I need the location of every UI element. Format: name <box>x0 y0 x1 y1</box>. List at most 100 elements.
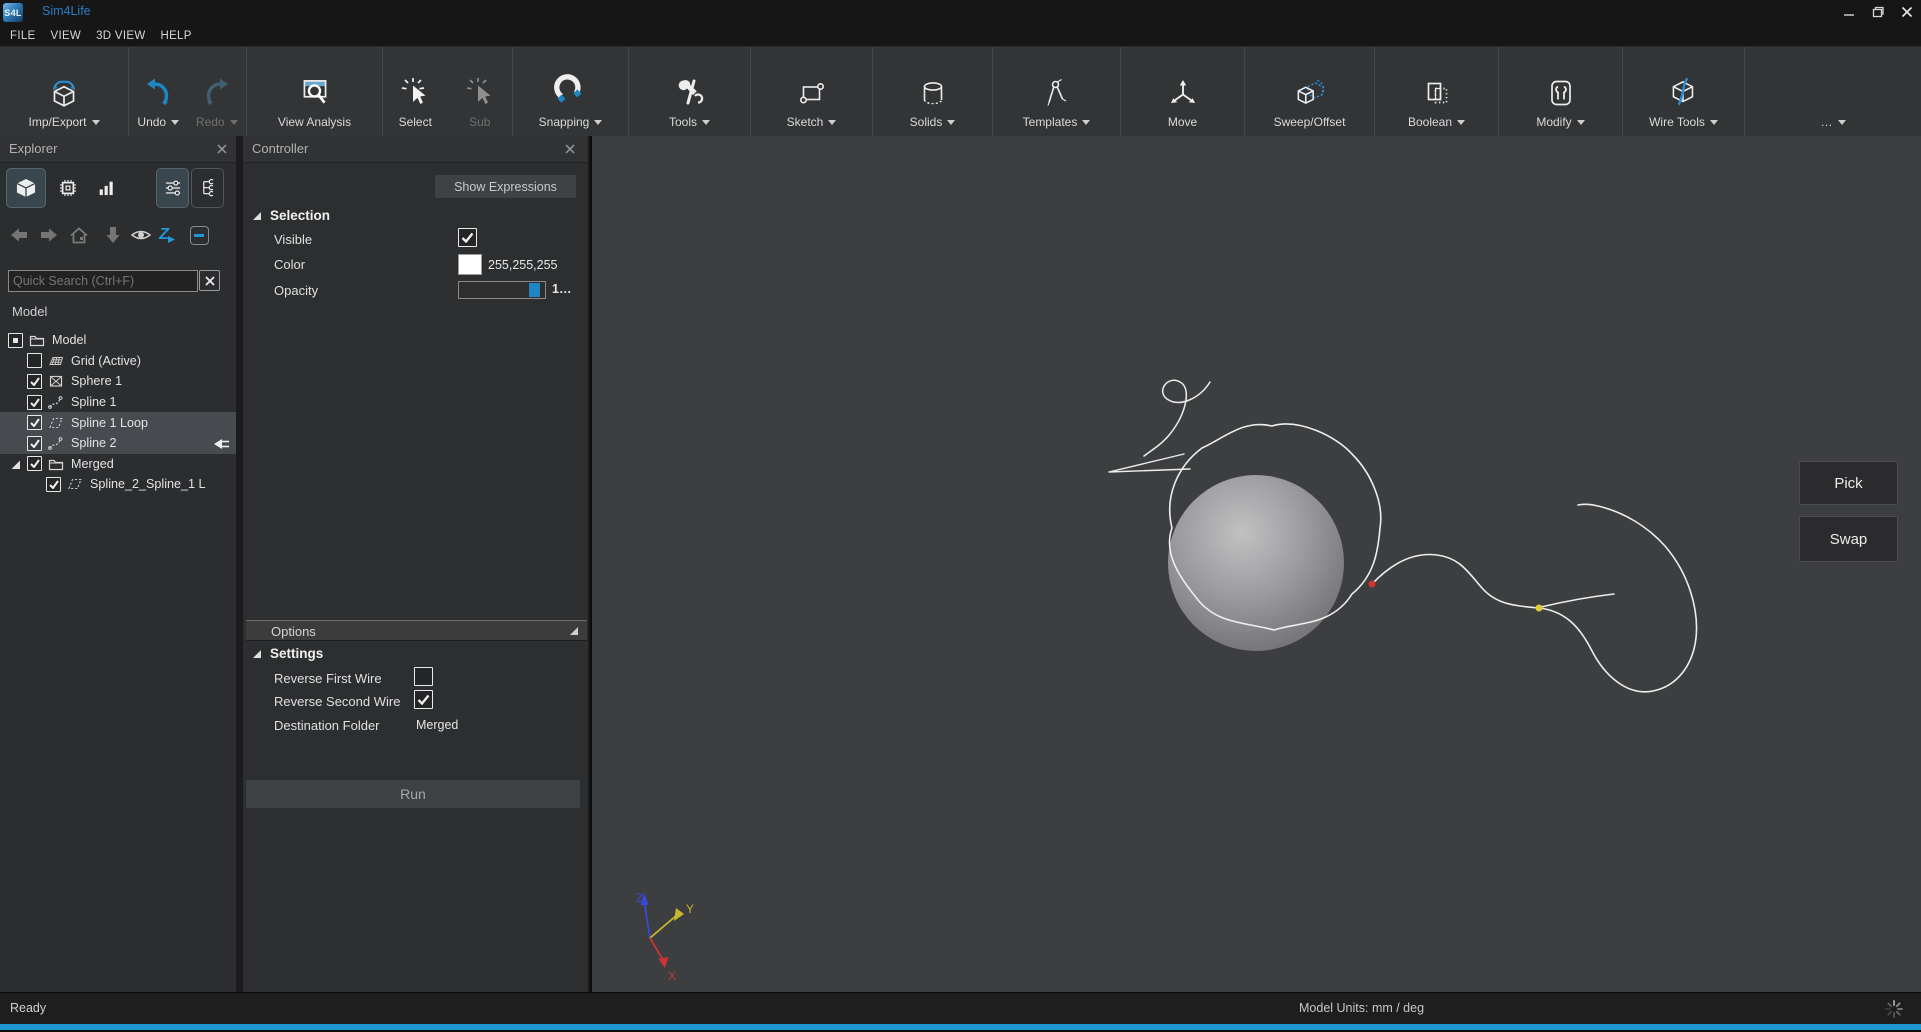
sweep-offset-button[interactable]: Sweep/Offset <box>1245 47 1374 136</box>
run-button[interactable]: Run <box>246 780 580 808</box>
z-order-icon[interactable]: Z <box>156 224 178 246</box>
menu-help[interactable]: HELP <box>160 30 191 42</box>
visibility-checkbox[interactable] <box>46 477 61 492</box>
tree-row-grid[interactable]: Grid (Active) <box>0 351 236 372</box>
close-button[interactable] <box>1892 0 1921 23</box>
dropdown-caret-icon[interactable] <box>1710 120 1718 125</box>
sub-select-button[interactable]: Sub <box>448 47 513 136</box>
tree-row-model[interactable]: Model <box>0 330 236 351</box>
panel-splitter[interactable] <box>236 136 243 992</box>
spline-tail-wire[interactable] <box>1541 594 1614 607</box>
app-title: Sim4Life <box>42 4 91 18</box>
slider-handle[interactable] <box>529 283 540 297</box>
minimize-button[interactable] <box>1834 0 1863 23</box>
tree-row-merged[interactable]: Merged <box>0 454 236 475</box>
simulation-view-button[interactable] <box>50 168 86 208</box>
destination-folder-value[interactable]: Merged <box>416 718 458 732</box>
sweep-offset-icon <box>1292 64 1328 110</box>
dropdown-caret-icon[interactable] <box>828 120 836 125</box>
back-icon[interactable] <box>8 224 30 246</box>
reverse-first-wire-checkbox[interactable] <box>414 667 433 686</box>
controller-close-button[interactable] <box>562 141 578 157</box>
reverse-second-wire-checkbox[interactable] <box>414 690 433 709</box>
forward-icon[interactable] <box>38 224 60 246</box>
sketch-button[interactable]: Sketch <box>751 47 872 136</box>
solids-button[interactable]: Solids <box>873 47 992 136</box>
snapping-magnet-icon <box>553 64 589 110</box>
modify-button[interactable]: Modify <box>1499 47 1622 136</box>
tree-row-sphere-1[interactable]: Sphere 1 <box>0 371 236 392</box>
dropdown-caret-icon[interactable] <box>702 120 710 125</box>
snapping-button[interactable]: Snapping <box>513 47 628 136</box>
down-arrow-icon[interactable] <box>102 224 124 246</box>
visibility-checkbox[interactable] <box>27 374 42 389</box>
tree-item-label: Merged <box>71 457 114 471</box>
dropdown-caret-icon[interactable] <box>594 120 602 125</box>
dropdown-caret-icon[interactable] <box>171 120 179 125</box>
visibility-checkbox[interactable] <box>27 456 42 471</box>
undo-button[interactable]: Undo <box>129 47 188 136</box>
wire-start-marker[interactable] <box>1369 581 1376 588</box>
visibility-checkbox[interactable] <box>27 353 42 368</box>
dropdown-caret-icon[interactable] <box>1577 120 1585 125</box>
spline-spike-wire[interactable] <box>1109 454 1190 472</box>
imp-export-button[interactable]: Imp/Export <box>0 47 128 136</box>
view-analysis-button[interactable]: View Analysis <box>247 47 382 136</box>
search-input[interactable] <box>8 270 198 292</box>
show-expressions-button[interactable]: Show Expressions <box>435 175 576 198</box>
menu-file[interactable]: FILE <box>10 30 36 42</box>
spline-curl-wire[interactable] <box>1144 380 1210 456</box>
tree-row-spline-1[interactable]: Spline 1 <box>0 392 236 413</box>
home-icon[interactable] <box>68 224 90 246</box>
clear-search-button[interactable] <box>199 270 220 291</box>
tree-view-toggle[interactable] <box>191 168 224 208</box>
viewport-canvas[interactable]: Z Y X <box>592 136 1921 992</box>
tree-row-spline2-spline1-loop[interactable]: Spline_2_Spline_1 L <box>0 474 236 495</box>
tree-row-spline-1-loop[interactable]: Spline 1 Loop <box>0 412 236 433</box>
toolbar-overflow-button[interactable]: … <box>1745 47 1921 136</box>
eye-icon[interactable] <box>130 224 152 246</box>
move-button[interactable]: Move <box>1121 47 1244 136</box>
selection-group-header[interactable]: Selection <box>252 208 330 223</box>
dropdown-caret-icon[interactable] <box>1457 120 1465 125</box>
visible-checkbox[interactable] <box>458 228 477 247</box>
wire-tools-button[interactable]: Wire Tools <box>1623 47 1744 136</box>
settings-group-header[interactable]: Settings <box>252 646 323 661</box>
swap-button[interactable]: Swap <box>1799 516 1898 562</box>
options-bar[interactable]: Options <box>246 620 587 641</box>
controller-title: Controller <box>252 141 308 156</box>
tree-row-spline-2[interactable]: Spline 2 <box>0 433 236 454</box>
visibility-checkbox[interactable] <box>27 436 42 451</box>
explorer-close-button[interactable] <box>214 141 230 157</box>
collapse-all-icon[interactable] <box>188 224 210 246</box>
dropdown-caret-icon[interactable] <box>92 120 100 125</box>
menu-3d-view[interactable]: 3D VIEW <box>96 30 145 42</box>
select-button[interactable]: Select <box>383 47 448 136</box>
pick-button[interactable]: Pick <box>1799 461 1898 505</box>
sketch-icon <box>795 64 829 110</box>
boolean-button[interactable]: Boolean <box>1375 47 1498 136</box>
analysis-view-button[interactable] <box>90 168 122 208</box>
wire-end-marker[interactable] <box>1536 605 1543 612</box>
viewport-3d[interactable]: Z Y X Pick Swap <box>592 136 1921 992</box>
visibility-checkbox[interactable] <box>8 333 23 348</box>
redo-button[interactable]: Redo <box>188 47 247 136</box>
sphere-object[interactable] <box>1168 475 1344 651</box>
color-swatch[interactable] <box>458 254 482 275</box>
dropdown-caret-icon[interactable] <box>230 120 238 125</box>
dropdown-caret-icon[interactable] <box>1838 120 1846 125</box>
properties-view-toggle[interactable] <box>156 168 189 208</box>
dropdown-caret-icon[interactable] <box>1082 120 1090 125</box>
model-view-button[interactable] <box>6 168 46 208</box>
menu-view[interactable]: VIEW <box>51 30 82 42</box>
visibility-checkbox[interactable] <box>27 395 42 410</box>
main-toolbar: Imp/Export Undo Redo <box>0 46 1921 136</box>
expander-icon[interactable] <box>10 459 21 473</box>
visibility-checkbox[interactable] <box>27 415 42 430</box>
templates-button[interactable]: Templates <box>993 47 1120 136</box>
tools-button[interactable]: Tools <box>629 47 750 136</box>
maximize-button[interactable] <box>1863 0 1892 23</box>
opacity-slider[interactable] <box>458 281 546 299</box>
dropdown-caret-icon[interactable] <box>947 120 955 125</box>
spline-right-wire[interactable] <box>1372 504 1697 691</box>
